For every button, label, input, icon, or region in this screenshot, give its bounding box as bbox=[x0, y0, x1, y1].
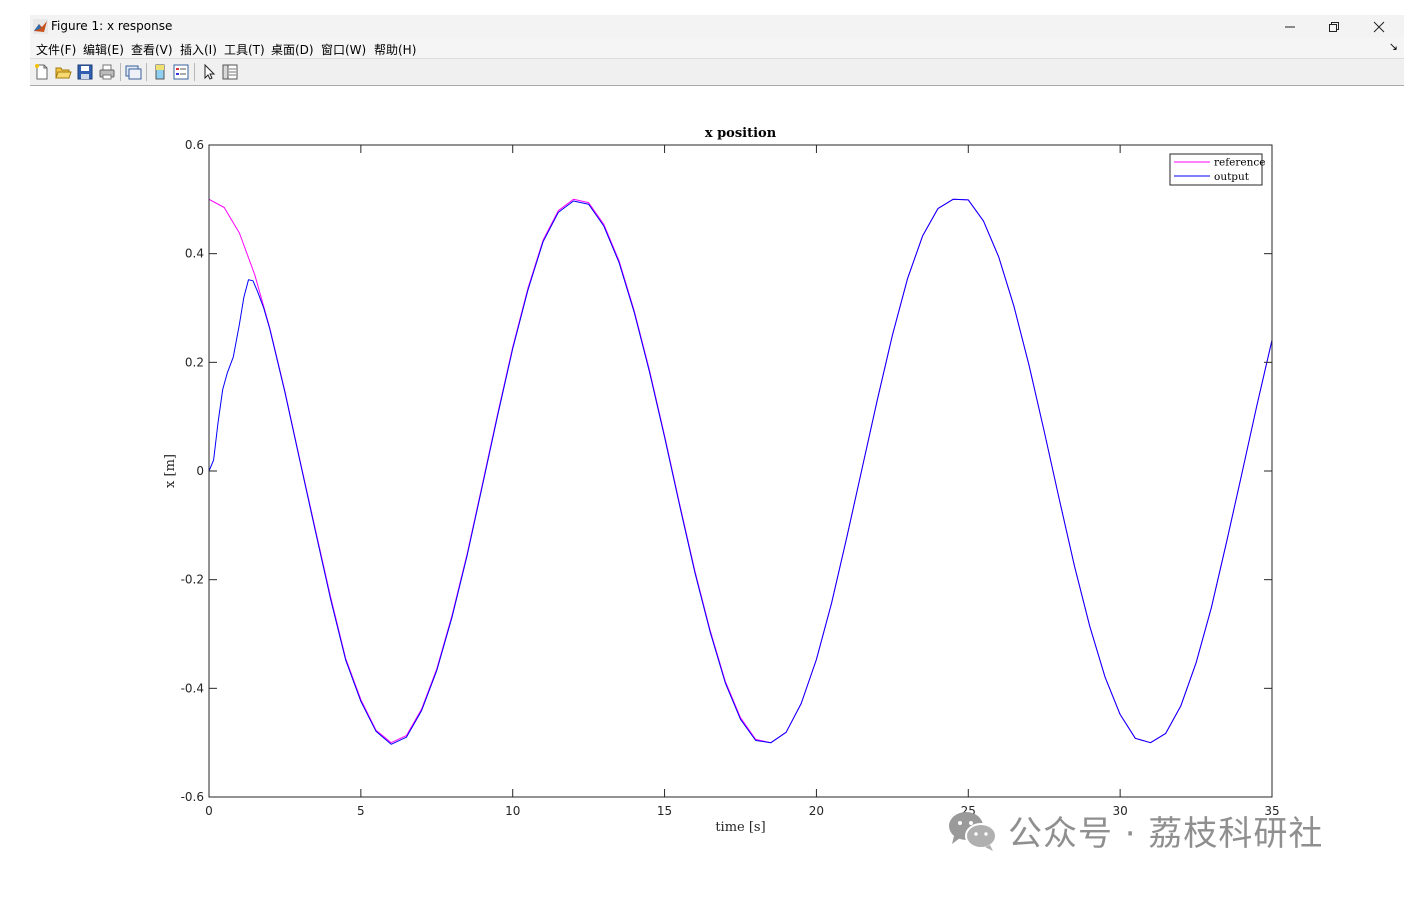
legend-label-output: output bbox=[1214, 171, 1250, 183]
y-tick-label: 0 bbox=[196, 464, 204, 478]
y-tick-label: 0.2 bbox=[185, 355, 204, 369]
y-tick-label: 0.6 bbox=[185, 138, 204, 152]
wechat-icon bbox=[949, 812, 997, 851]
x-tick-label: 0 bbox=[205, 804, 213, 818]
x-tick-label: 20 bbox=[809, 804, 824, 818]
watermark: 公众号 · 荔枝科研社 bbox=[946, 808, 1324, 854]
watermark-text: 公众号 · 荔枝科研社 bbox=[1008, 813, 1324, 854]
x-tick-label: 15 bbox=[657, 804, 672, 818]
x-tick-label: 10 bbox=[505, 804, 520, 818]
legend-label-reference: reference bbox=[1214, 157, 1265, 169]
y-tick-label: -0.4 bbox=[181, 681, 204, 695]
y-axis-label: x [m] bbox=[163, 454, 178, 488]
chart-svg: 0 5 10 15 20 25 30 35 -0.6-0.4-0.200.20.40.6 x … bbox=[163, 126, 1280, 835]
chart-title: x position bbox=[705, 126, 777, 141]
y-tick-label: -0.6 bbox=[181, 790, 204, 804]
x-axis-label: time [s] bbox=[715, 820, 765, 835]
y-tick-label: 0.4 bbox=[185, 247, 204, 261]
x-tick-label: 5 bbox=[357, 804, 365, 818]
y-tick-label: -0.2 bbox=[181, 573, 204, 587]
legend[interactable]: reference output bbox=[1169, 153, 1265, 186]
axes-background bbox=[209, 145, 1272, 797]
